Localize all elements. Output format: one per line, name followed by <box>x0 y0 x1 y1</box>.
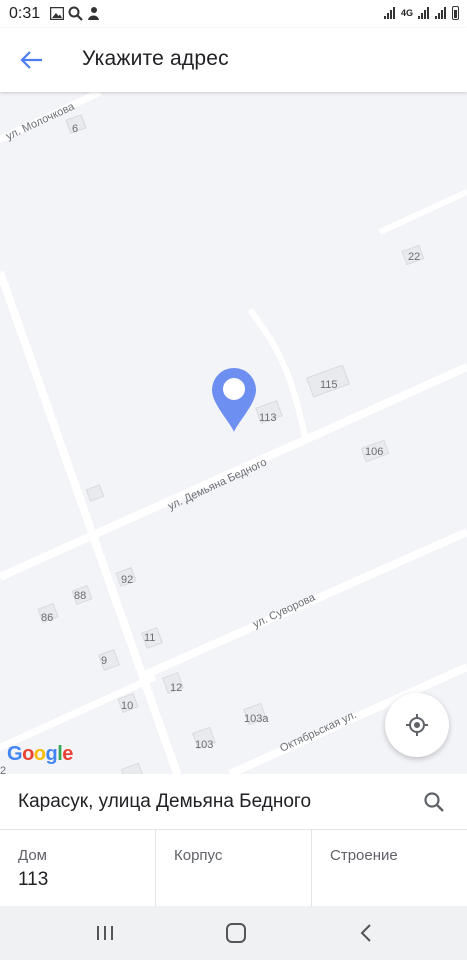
signal-icon <box>435 7 446 19</box>
map-pin-icon <box>212 368 256 432</box>
signal-icon <box>383 7 395 19</box>
logo-letter: o <box>22 743 34 765</box>
field-value: 113 <box>18 869 49 890</box>
image-icon <box>50 7 64 20</box>
logo-letter: g <box>45 743 58 765</box>
house-number: 10 <box>121 700 133 712</box>
my-location-icon <box>406 714 428 736</box>
google-logo: Google <box>7 743 73 766</box>
house-number: 88 <box>74 590 86 602</box>
house-number: 92 <box>121 574 133 586</box>
search-icon <box>68 6 83 21</box>
recent-apps-icon[interactable] <box>90 921 120 945</box>
search-icon[interactable] <box>422 790 446 814</box>
house-number: 2 <box>0 765 6 774</box>
status-left-icons <box>50 6 100 21</box>
house-number: 12 <box>170 682 182 694</box>
house-number: 115 <box>320 379 338 391</box>
house-number: 6 <box>72 123 78 135</box>
map-view[interactable]: ул. Молочкова ул. Демьяна Бедного ул. Су… <box>0 92 467 774</box>
street-label-demyana: ул. Демьяна Бедного <box>166 456 268 512</box>
field-label: Строение <box>330 847 398 864</box>
address-detail-fields: Дом 113 Корпус Строение <box>0 830 467 906</box>
house-number: 106 <box>365 446 383 458</box>
house-number: 113 <box>259 412 277 424</box>
page-title: Укажите адрес <box>82 47 229 70</box>
app-icon <box>88 7 99 20</box>
house-number: 103 <box>195 739 213 751</box>
signal-4g-icon <box>418 7 429 19</box>
network-type: 4G <box>400 8 413 18</box>
house-number: 22 <box>408 251 420 263</box>
house-number: 103а <box>244 713 269 725</box>
house-number: 9 <box>101 655 107 667</box>
street-label-suvorova: ул. Суворова <box>251 591 318 631</box>
home-icon[interactable] <box>221 921 251 945</box>
battery-icon <box>452 6 459 20</box>
house-number: 86 <box>41 612 53 624</box>
structure-field[interactable]: Строение <box>312 830 467 906</box>
my-location-button[interactable] <box>385 693 449 757</box>
house-field[interactable]: Дом 113 <box>0 830 156 906</box>
street-label-oktyabrskaya: Октябрьская ул. <box>278 709 358 755</box>
address-text: Карасук, улица Демьяна Бедного <box>18 791 312 812</box>
building-field[interactable]: Корпус <box>156 830 312 906</box>
status-bar: 0:31 4G <box>0 0 467 28</box>
app-bar: Укажите адрес <box>0 28 467 92</box>
arrow-left-icon <box>20 51 42 69</box>
field-label: Дом <box>18 847 47 864</box>
logo-letter: G <box>7 743 23 765</box>
status-time: 0:31 <box>9 5 41 22</box>
field-label: Корпус <box>174 847 223 864</box>
logo-letter: e <box>62 743 73 765</box>
status-right-icons: 4G <box>383 6 459 20</box>
address-row[interactable]: Карасук, улица Демьяна Бедного <box>0 774 467 830</box>
system-nav-bar <box>0 906 467 960</box>
house-number: 11 <box>144 632 155 644</box>
logo-letter: o <box>33 743 46 765</box>
back-button[interactable] <box>14 44 50 76</box>
back-icon[interactable] <box>352 921 382 945</box>
